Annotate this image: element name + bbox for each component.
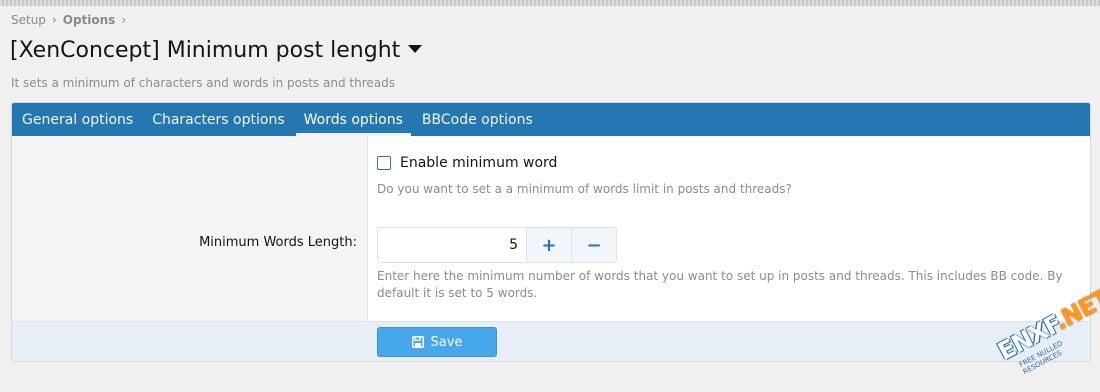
tab-general-options[interactable]: General options <box>14 103 141 136</box>
label-column: Minimum Words Length: <box>12 136 368 321</box>
min-words-input[interactable]: 5 <box>378 228 526 262</box>
form-footer: Save <box>12 321 1090 361</box>
breadcrumb-separator: › <box>121 13 127 27</box>
save-icon <box>411 336 424 348</box>
enable-min-word-hint: Do you want to set a a minimum of words … <box>377 182 792 196</box>
footer-left-fill <box>12 322 367 361</box>
enable-min-word-row[interactable]: Enable minimum word <box>377 155 557 171</box>
breadcrumb-separator: › <box>51 13 57 27</box>
increment-button[interactable]: + <box>526 228 571 262</box>
breadcrumb-setup[interactable]: Setup <box>11 13 46 27</box>
min-words-stepper: 5 + − <box>377 227 617 263</box>
minus-icon: − <box>586 234 602 256</box>
min-words-hint: Enter here the minimum number of words t… <box>377 269 1063 300</box>
save-button[interactable]: Save <box>377 327 497 357</box>
breadcrumb: Setup › Options › <box>11 13 126 27</box>
plus-icon: + <box>541 234 557 256</box>
form-body: Minimum Words Length: Enable minimum wor… <box>12 136 1090 321</box>
decrement-button[interactable]: − <box>571 228 616 262</box>
tab-bbcode-options[interactable]: BBCode options <box>414 103 541 136</box>
tab-bar: General options Characters options Words… <box>12 103 1090 136</box>
tab-words-options[interactable]: Words options <box>295 103 412 136</box>
tab-characters-options[interactable]: Characters options <box>144 103 292 136</box>
chevron-down-icon[interactable] <box>408 44 423 53</box>
page-title: [XenConcept] Minimum post lenght <box>10 38 423 63</box>
save-button-label: Save <box>430 334 463 350</box>
breadcrumb-options[interactable]: Options <box>63 13 116 27</box>
options-panel: General options Characters options Words… <box>11 102 1091 362</box>
enable-min-word-label[interactable]: Enable minimum word <box>400 155 557 171</box>
min-words-label: Minimum Words Length: <box>199 235 357 250</box>
page-title-text: [XenConcept] Minimum post lenght <box>10 38 401 63</box>
top-border <box>0 0 1100 6</box>
enable-min-word-checkbox[interactable] <box>377 156 391 170</box>
page-description: It sets a minimum of characters and word… <box>11 76 395 90</box>
